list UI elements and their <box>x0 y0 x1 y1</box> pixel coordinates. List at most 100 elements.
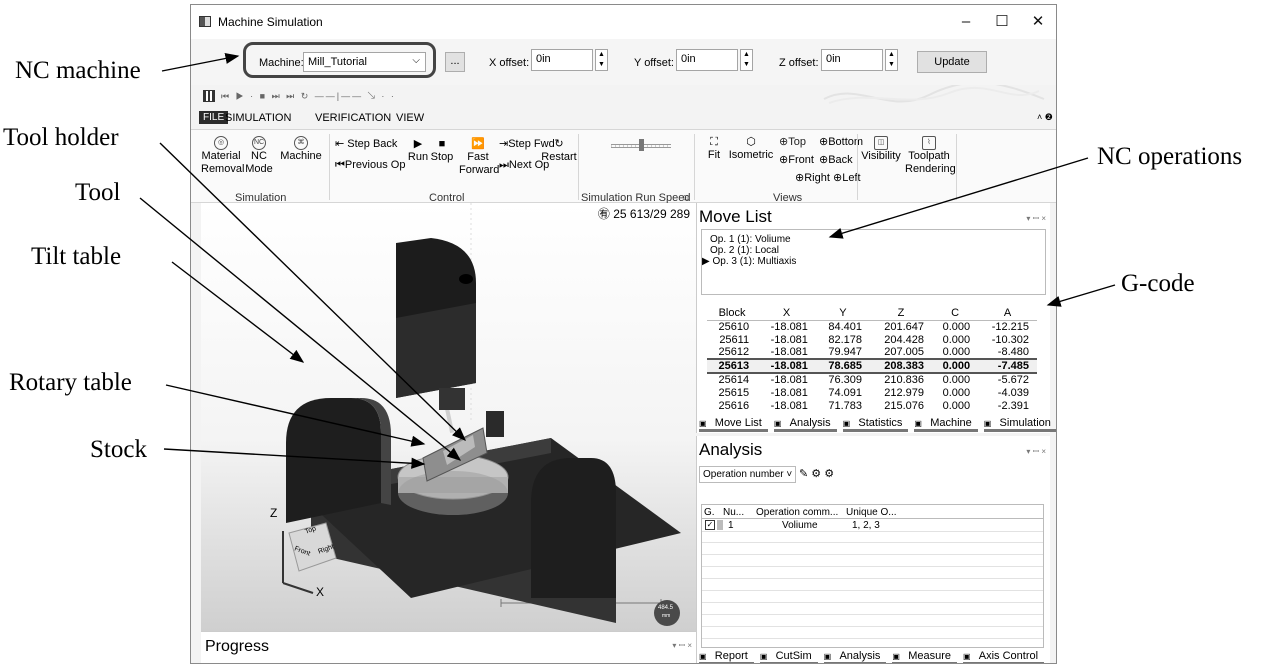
panel-tab[interactable]: ▣ Analysis <box>773 417 837 432</box>
panel-tab[interactable]: ▣ CutSim <box>759 650 818 663</box>
gcode-cell: 25614 <box>718 374 750 386</box>
ribbon: ◎ Material Removal NC NC Mode ⌘ Machine … <box>191 129 1056 204</box>
panel-tab[interactable]: ▣ Axis Control <box>962 650 1045 663</box>
y-offset-input[interactable]: 0in <box>676 49 738 71</box>
run-button[interactable]: ▶ Run <box>407 138 429 164</box>
gcode-row[interactable]: 25614 -18.081 76.309 210.836 0.000 -5.672 <box>707 373 1037 386</box>
column-header[interactable]: X <box>757 307 816 321</box>
analysis-pin-icon[interactable]: ▾ ꟷ × <box>1026 446 1046 457</box>
tab-view[interactable]: VIEW <box>396 112 424 124</box>
simulation-viewport[interactable]: ㊒ 25 613/29 289 Z X Top Front Right 484.… <box>201 203 696 631</box>
gcode-row[interactable]: 25611 -18.081 82.178 204.428 0.000 -10.302 <box>707 333 1037 346</box>
gcode-cell: -10.302 <box>991 333 1029 346</box>
tab-file[interactable]: FILE <box>199 111 229 124</box>
gcode-cell: 210.836 <box>884 374 925 386</box>
ribbon-separator <box>956 134 957 200</box>
column-header[interactable]: C <box>932 307 979 321</box>
pin-icon[interactable]: ▾ ꟷ × <box>672 640 692 651</box>
gcode-cell: 79.947 <box>828 346 862 358</box>
gcode-cell: 25613 <box>707 358 758 374</box>
callout-nc-machine: NC machine <box>15 57 141 84</box>
operation-number-dropdown-label: Operation number <box>703 469 784 480</box>
analysis-toolbar-icons[interactable]: ✎ ⚙ ⚙ <box>799 467 834 480</box>
view-right-button[interactable]: ⊕Right <box>795 172 830 185</box>
x-offset-spinner[interactable]: ▲ ▼ <box>595 49 608 71</box>
maximize-button[interactable]: ☐ <box>984 9 1020 35</box>
machine-select[interactable]: Mill_Tutorial ⌵ <box>303 52 426 72</box>
operation-item[interactable]: Op. 1 (1): Voliume <box>710 234 791 245</box>
panel-tab[interactable]: ▣ Move List <box>699 417 768 432</box>
fast-forward-button[interactable]: ⏩ Fast Forward <box>459 138 499 177</box>
column-header: G. <box>704 507 715 518</box>
ribbon-tabs: FILE SIMULATION VERIFICATION VIEW ˄ ❷ <box>191 109 1056 129</box>
panel-tab[interactable]: ▣ Analysis <box>823 650 887 663</box>
dialog-launcher-icon[interactable]: ⊡ <box>683 194 689 202</box>
analysis-tabs: ▣ Report ▣ CutSim ▣ Analysis ▣ Measure ▣ Axi… <box>699 650 1050 663</box>
analysis-row-operation: Voliume <box>782 520 818 531</box>
nc-mode-button[interactable]: NC NC Mode <box>245 136 273 176</box>
material-removal-button[interactable]: ◎ Material Removal <box>201 136 244 176</box>
column-header[interactable]: A <box>978 307 1037 321</box>
fit-button[interactable]: ⛶ Fit <box>703 136 725 162</box>
gcode-row[interactable]: 25615 -18.081 74.091 212.979 0.000 -4.039 <box>707 386 1037 399</box>
x-offset-input[interactable]: 0in <box>531 49 593 71</box>
column-header: Nu... <box>723 507 745 518</box>
panel-tab[interactable]: ▣ Simulation <box>983 417 1056 432</box>
y-offset-spinner[interactable]: ▲ ▼ <box>740 49 753 71</box>
operation-item[interactable]: ▶ Op. 3 (1): Multiaxis <box>702 256 796 267</box>
view-top-button[interactable]: ⊕Top <box>779 136 806 149</box>
tab-simulation[interactable]: SIMULATION <box>225 112 291 124</box>
z-offset-input[interactable]: 0in <box>821 49 883 71</box>
scale-value: 484.5 <box>658 605 674 611</box>
operation-item[interactable]: Op. 2 (1): Local <box>710 245 779 256</box>
checkbox[interactable]: ✓ <box>705 520 715 530</box>
panel-tab[interactable]: ▣ Measure <box>892 650 957 663</box>
update-button[interactable]: Update <box>917 51 987 73</box>
gcode-cell: 84.401 <box>828 320 862 333</box>
gcode-row[interactable]: 25616 -18.081 71.783 215.076 0.000 -2.391 <box>707 399 1037 412</box>
scale-unit: mm <box>662 613 671 619</box>
gcode-row[interactable]: 25613 -18.081 78.685 208.383 0.000 -7.485 <box>707 358 1037 374</box>
minimize-button[interactable]: – <box>948 9 984 35</box>
visibility-button[interactable]: ◫ Visibility <box>859 136 903 163</box>
tab-verification[interactable]: VERIFICATION <box>315 112 391 124</box>
panel-tab[interactable]: ▣ Machine <box>914 417 978 432</box>
analysis-row[interactable]: ✓ 1 Voliume 1, 2, 3 <box>702 519 1043 532</box>
gcode-cell: -8.480 <box>997 346 1029 358</box>
gcode-row[interactable]: 25612 -18.081 79.947 207.005 0.000 -8.480 <box>707 346 1037 359</box>
gcode-cell: 201.647 <box>884 320 925 333</box>
empty-row <box>702 568 1043 579</box>
help-icon[interactable]: ˄ ❷ <box>1037 112 1053 123</box>
callout-stock: Stock <box>90 436 147 463</box>
z-offset-spinner[interactable]: ▲ ▼ <box>885 49 898 71</box>
quick-playback-icons[interactable]: ⏮ ▶ · ■ ⏭ ⏭ ↻ ——|—— ↘ · · <box>221 91 396 102</box>
close-button[interactable]: ✕ <box>1020 9 1056 35</box>
column-header[interactable]: Block <box>707 307 758 321</box>
browse-machine-button[interactable]: ... <box>445 52 465 72</box>
column-header[interactable]: Z <box>870 307 933 321</box>
stop-button[interactable]: ■ Stop <box>429 138 455 164</box>
previous-op-button[interactable]: ⏮Previous Op <box>335 159 405 172</box>
view-front-button[interactable]: ⊕Front <box>779 154 814 167</box>
move-list-pin-icon[interactable]: ▾ ꟷ × <box>1026 213 1046 224</box>
gcode-cell: 212.979 <box>884 386 925 399</box>
operation-number-dropdown[interactable]: Operation number ˅ <box>699 466 797 483</box>
view-right-label: Right <box>804 172 830 184</box>
panel-tab-label: Analysis <box>789 417 831 429</box>
toolpath-rendering-button[interactable]: ⌇ Toolpath Rendering <box>905 136 956 176</box>
panel-tab[interactable]: ▣ Statistics <box>842 417 909 432</box>
analysis-title: Analysis <box>699 440 763 459</box>
panel-tab[interactable]: ▣ Report <box>699 650 754 663</box>
film-icon[interactable] <box>203 90 215 102</box>
machine-button[interactable]: ⌘ Machine <box>279 136 323 163</box>
tab-icon: ▣ <box>759 652 770 661</box>
speed-slider-thumb[interactable] <box>639 139 644 151</box>
restart-button[interactable]: ↻ Restart <box>541 138 577 164</box>
step-back-button[interactable]: ⇤ Step Back <box>335 138 397 151</box>
view-back-button[interactable]: ⊕Back <box>819 154 853 167</box>
gcode-cell: 207.005 <box>884 346 925 358</box>
gcode-row[interactable]: 25610 -18.081 84.401 201.647 0.000 -12.215 <box>707 320 1037 333</box>
isometric-button[interactable]: ⬡ Isometric <box>725 136 777 162</box>
column-header[interactable]: Y <box>815 307 870 321</box>
speed-slider[interactable] <box>611 139 671 151</box>
